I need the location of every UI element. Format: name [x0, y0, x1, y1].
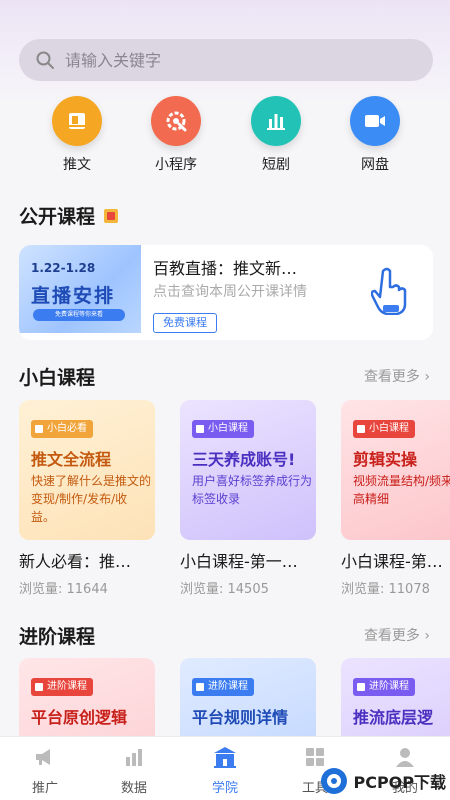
- watermark-text: PCPOP下载: [353, 773, 446, 792]
- book-icon: [52, 96, 102, 146]
- course-thumbnail: 小白课程 剪辑实操 视频流量结构/频来源/高精细: [341, 400, 450, 540]
- quick-action-label: 小程序: [155, 157, 197, 173]
- course-title: 小白课程-第…: [341, 552, 443, 571]
- banner-headline: 直播安排: [31, 285, 116, 307]
- video-icon: [350, 96, 400, 146]
- banner-strip: 免费课程等你来看: [33, 309, 125, 321]
- see-more-label: 查看更多: [363, 369, 420, 385]
- tab-data[interactable]: 数据: [99, 745, 169, 796]
- beginner-see-more[interactable]: 查看更多 ›: [364, 366, 430, 386]
- course-thumb-desc: 快速了解什么是推文的变现/制作/发布/收益。: [31, 474, 152, 524]
- course-thumb-desc: 用户喜好标签养成行为标签收录: [192, 474, 313, 506]
- tab-label: 数据: [120, 781, 147, 796]
- chevron-right-icon: ›: [424, 628, 430, 644]
- bar-chart-icon: [251, 96, 301, 146]
- course-card[interactable]: 小白课程 剪辑实操 视频流量结构/频来源/高精细 小白课程-第… 浏览量: 11…: [341, 400, 450, 597]
- tab-promote[interactable]: 推广: [10, 745, 80, 796]
- course-thumb-headline: 推文全流程: [31, 450, 112, 469]
- quick-action-shortdrama[interactable]: 短剧: [236, 96, 316, 174]
- quick-action-miniprogram[interactable]: 小程序: [136, 96, 216, 174]
- free-course-button[interactable]: 免费课程: [153, 313, 217, 333]
- course-title: 小白课程-第一…: [180, 552, 298, 571]
- hot-badge-icon: [103, 208, 118, 223]
- search-input[interactable]: [65, 50, 395, 70]
- live-banner-image: 1.22-1.28 直播安排 免费课程等你来看: [19, 245, 141, 333]
- course-thumb-headline: 平台原创逻辑: [31, 708, 128, 727]
- quick-action-label: 推文: [63, 157, 91, 173]
- gear-icon: [151, 96, 201, 146]
- course-thumb-desc: 视频流量结构/频来源/高精细: [353, 474, 450, 506]
- course-views: 浏览量: 11644: [19, 582, 108, 597]
- tab-academy[interactable]: 学院: [190, 745, 260, 796]
- search-icon: [36, 51, 54, 69]
- course-tag: 小白课程: [353, 420, 415, 438]
- live-card-title: 百教直播：推文新…: [153, 259, 298, 278]
- course-card[interactable]: 小白必看 推文全流程 快速了解什么是推文的变现/制作/发布/收益。 新人必看：推…: [19, 400, 155, 597]
- course-thumbnail: 小白课程 三天养成账号! 用户喜好标签养成行为标签收录: [180, 400, 316, 540]
- course-title: 新人必看：推…: [19, 552, 132, 571]
- course-views: 浏览量: 14505: [180, 582, 269, 597]
- course-tag: 进阶课程: [192, 678, 254, 696]
- course-thumb-headline: 剪辑实操: [353, 450, 418, 469]
- course-tag: 小白课程: [192, 420, 254, 438]
- quick-action-tweet[interactable]: 推文: [37, 96, 117, 174]
- search-bar[interactable]: [19, 39, 433, 81]
- chart-icon: [126, 749, 142, 766]
- pcpop-logo-icon: [321, 768, 348, 794]
- quick-action-label: 网盘: [361, 157, 389, 173]
- watermark: PCPOP下载: [319, 766, 446, 796]
- banner-dates: 1.22-1.28: [31, 261, 96, 275]
- pointing-hand-icon: [371, 267, 407, 315]
- section-title-text: 公开课程: [19, 206, 96, 228]
- school-icon: [214, 747, 236, 768]
- course-views: 浏览量: 11078: [341, 582, 430, 597]
- tab-label: 学院: [211, 781, 238, 796]
- chevron-right-icon: ›: [424, 369, 430, 385]
- live-card-subtitle: 点击查询本周公开课详情: [153, 284, 307, 300]
- megaphone-icon: [36, 749, 50, 765]
- beginner-courses-title: 小白课程: [19, 367, 96, 389]
- quick-actions: 推文 小程序 短剧 网盘: [0, 96, 450, 182]
- course-thumb-headline: 推流底层逻: [353, 708, 434, 727]
- advanced-see-more[interactable]: 查看更多 ›: [364, 625, 430, 645]
- course-tag: 进阶课程: [31, 678, 93, 696]
- quick-action-netdisk[interactable]: 网盘: [335, 96, 415, 174]
- quick-action-label: 短剧: [262, 157, 290, 173]
- course-card[interactable]: 小白课程 三天养成账号! 用户喜好标签养成行为标签收录 小白课程-第一… 浏览量…: [180, 400, 316, 597]
- advanced-courses-title: 进阶课程: [19, 626, 96, 648]
- course-thumb-headline: 平台规则详情: [192, 708, 289, 727]
- course-tag: 小白必看: [31, 420, 93, 438]
- public-courses-title: 公开课程: [19, 202, 118, 229]
- course-thumb-headline: 三天养成账号!: [192, 450, 296, 469]
- tab-label: 推广: [31, 781, 58, 796]
- see-more-label: 查看更多: [363, 628, 420, 644]
- course-thumbnail: 小白必看 推文全流程 快速了解什么是推文的变现/制作/发布/收益。: [19, 400, 155, 540]
- live-course-card[interactable]: 1.22-1.28 直播安排 免费课程等你来看 百教直播：推文新… 点击查询本周…: [19, 245, 433, 340]
- course-tag: 进阶课程: [353, 678, 415, 696]
